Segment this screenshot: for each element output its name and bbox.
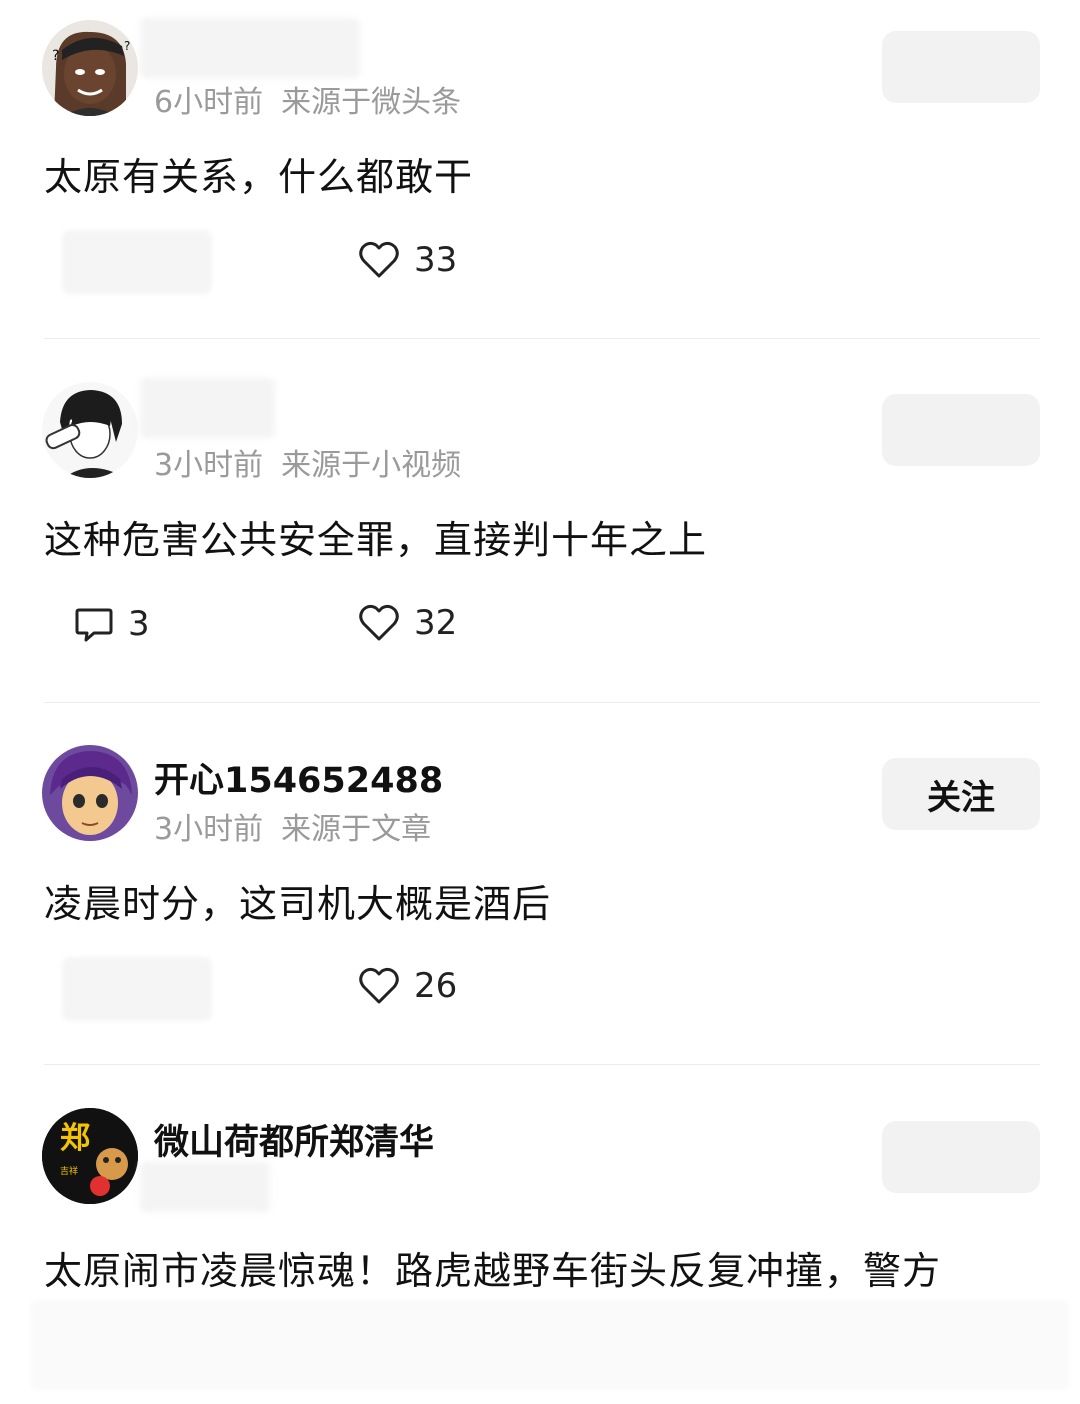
comment-meta: 6小时前 来源于微头条 [154, 77, 461, 121]
comment-source: 来源于文章 [281, 812, 432, 847]
comment-source: 来源于小视频 [281, 448, 462, 483]
comment-source: 来源于微头条 [281, 85, 462, 120]
avatar[interactable] [42, 745, 138, 841]
comment-time: 6小时前 [154, 85, 264, 120]
comment-time: 3小时前 [154, 812, 264, 847]
avatar[interactable] [42, 382, 138, 478]
follow-button[interactable]: 关注 [882, 758, 1040, 830]
heart-icon [359, 604, 399, 641]
username-placeholder [140, 18, 360, 78]
comment-text: 太原有关系，什么都敢干 [44, 155, 474, 199]
like-count: 33 [414, 240, 458, 280]
like-count: 32 [414, 603, 458, 643]
meta-placeholder [140, 1162, 270, 1212]
comment-text: 这种危害公共安全罪，直接判十年之上 [44, 518, 708, 562]
username[interactable]: 微山荷都所郑清华 [154, 1114, 434, 1165]
avatar[interactable]: ? ? [42, 20, 138, 116]
username-placeholder [140, 378, 275, 438]
avatar-text: 郑 [60, 1121, 90, 1156]
comment-meta: 3小时前 来源于小视频 [154, 440, 461, 484]
like-count: 26 [414, 966, 458, 1006]
reply-action[interactable] [62, 230, 212, 294]
follow-button[interactable] [882, 31, 1040, 103]
username[interactable]: 开心154652488 [154, 752, 443, 803]
like-action[interactable]: 33 [358, 240, 457, 280]
like-action[interactable]: 26 [358, 966, 457, 1006]
comment-time: 3小时前 [154, 448, 264, 483]
comment-bubble-icon [75, 608, 113, 642]
avatar[interactable]: 郑 吉祥 [42, 1108, 138, 1204]
heart-icon [359, 241, 399, 278]
bottom-placeholder [30, 1300, 1070, 1390]
reply-action[interactable] [62, 957, 212, 1021]
reply-count: 3 [128, 604, 150, 644]
reply-action[interactable]: 3 [74, 604, 150, 644]
divider [44, 702, 1040, 703]
svg-text:吉祥: 吉祥 [60, 1165, 78, 1177]
svg-text:?: ? [52, 48, 59, 64]
comment-text: 太原闹市凌晨惊魂！路虎越野车街头反复冲撞，警方 [44, 1249, 942, 1293]
follow-button[interactable] [882, 1121, 1040, 1193]
follow-button[interactable] [882, 394, 1040, 466]
comment-meta: 3小时前 来源于文章 [154, 804, 431, 848]
comment-text: 凌晨时分，这司机大概是酒后 [44, 882, 552, 926]
divider [44, 1064, 1040, 1065]
svg-text:?: ? [124, 39, 130, 53]
divider [44, 338, 1040, 339]
like-action[interactable]: 32 [358, 603, 457, 643]
heart-icon [359, 967, 399, 1004]
